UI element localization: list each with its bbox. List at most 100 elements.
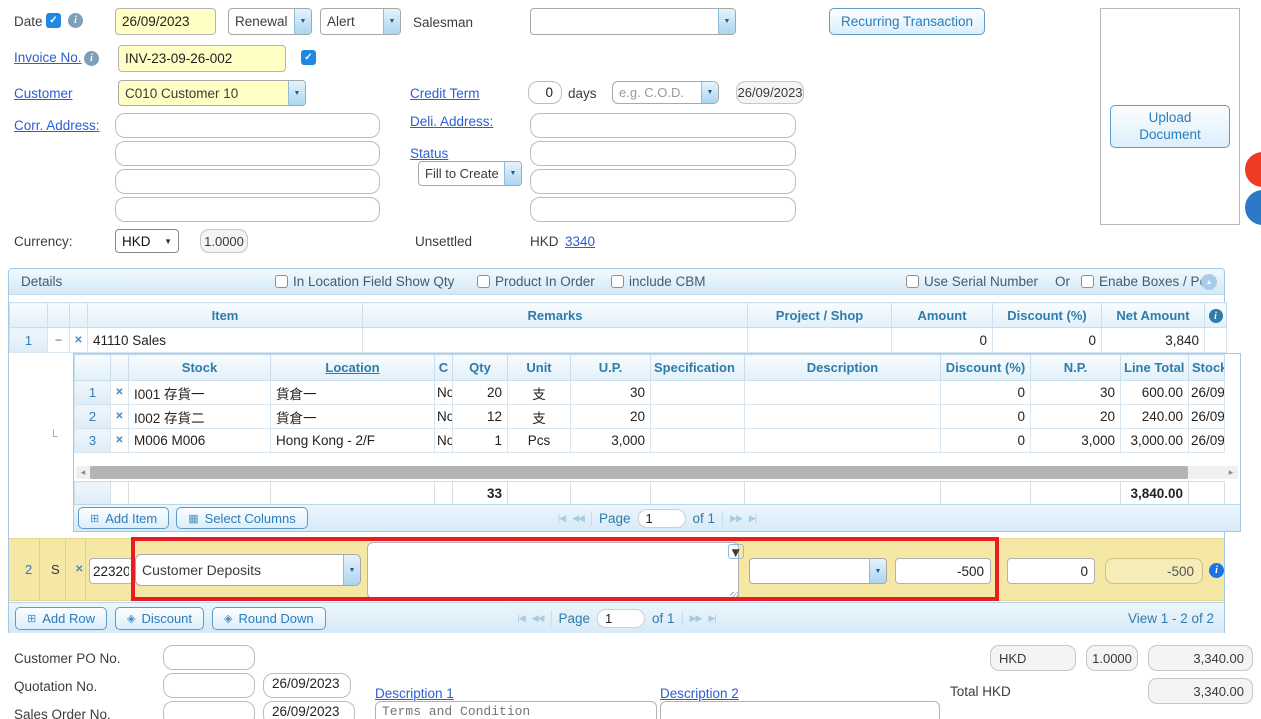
scrollbar-thumb[interactable] bbox=[90, 466, 1188, 479]
deli-address-label[interactable]: Deli. Address: bbox=[410, 114, 493, 129]
cell-up[interactable]: 20 bbox=[571, 405, 651, 429]
cell-up[interactable]: 30 bbox=[571, 381, 651, 405]
upload-document-button[interactable]: Upload Document bbox=[1110, 105, 1230, 148]
deli-address-input-4[interactable] bbox=[530, 197, 796, 222]
cell-spec[interactable] bbox=[651, 381, 745, 405]
first-page-icon[interactable]: |◀ bbox=[558, 513, 565, 524]
prev-page-icon[interactable]: ◀◀ bbox=[532, 613, 544, 624]
discount-input[interactable] bbox=[1007, 558, 1095, 584]
cell-stock[interactable]: M006 M006 bbox=[129, 429, 271, 453]
invoice-no-info-icon[interactable]: i bbox=[84, 51, 99, 66]
cell-desc[interactable] bbox=[745, 405, 941, 429]
currency-select[interactable]: HKD ▼ bbox=[115, 229, 179, 253]
discount-button[interactable]: ◈Discount bbox=[115, 607, 204, 630]
delete-row-icon[interactable]: ✕ bbox=[75, 564, 83, 575]
date-input[interactable] bbox=[115, 8, 216, 35]
chevron-down-icon[interactable]: ▼ bbox=[288, 81, 305, 105]
next-page-icon[interactable]: ▶▶ bbox=[690, 613, 702, 624]
chevron-down-icon[interactable]: ▼ bbox=[504, 162, 521, 185]
page-input[interactable] bbox=[638, 509, 686, 528]
cell-stock[interactable]: I001 存貨一 bbox=[129, 381, 271, 405]
deli-address-input-1[interactable] bbox=[530, 113, 796, 138]
credit-term-label[interactable]: Credit Term bbox=[410, 86, 480, 101]
chevron-down-icon[interactable]: ▼ bbox=[383, 9, 400, 34]
terms-textarea[interactable] bbox=[375, 701, 657, 719]
customer-po-input[interactable] bbox=[163, 645, 255, 670]
cell-desc[interactable] bbox=[745, 429, 941, 453]
cell-remarks[interactable] bbox=[363, 328, 748, 353]
chevron-down-icon[interactable]: ▼ bbox=[343, 555, 360, 585]
invoice-no-checkbox[interactable]: ✓ bbox=[301, 50, 316, 65]
deli-address-input-2[interactable] bbox=[530, 141, 796, 166]
invoice-no-input[interactable] bbox=[118, 45, 286, 72]
salesman-combo[interactable]: ▼ bbox=[530, 8, 736, 35]
chevron-down-icon[interactable]: ▼ bbox=[718, 9, 735, 34]
cell-c[interactable]: No bbox=[435, 381, 453, 405]
amount-input[interactable] bbox=[895, 558, 991, 584]
horizontal-scrollbar[interactable]: ◂ ▸ bbox=[76, 466, 1238, 479]
credit-term-combo[interactable]: e.g. C.O.D. ▼ bbox=[612, 81, 719, 104]
round-down-button[interactable]: ◈Round Down bbox=[212, 607, 326, 630]
chevron-down-icon[interactable]: ▼ bbox=[869, 559, 886, 583]
scroll-left-icon[interactable]: ◂ bbox=[76, 466, 90, 479]
include-cbm-checkbox[interactable]: include CBM bbox=[611, 274, 706, 289]
add-row-button[interactable]: ⊞Add Row bbox=[15, 607, 107, 630]
credit-days-input[interactable] bbox=[528, 81, 562, 104]
delete-row-icon[interactable]: ✕ bbox=[111, 429, 129, 453]
collapse-grid-icon[interactable]: ▲ bbox=[1201, 274, 1217, 290]
corr-address-input-4[interactable] bbox=[115, 197, 380, 222]
checkbox[interactable] bbox=[477, 275, 490, 288]
customer-label[interactable]: Customer bbox=[14, 86, 73, 101]
customer-combo[interactable]: C010 Customer 10 ▼ bbox=[118, 80, 306, 106]
cell-desc[interactable] bbox=[745, 381, 941, 405]
delete-row-icon[interactable]: ✕ bbox=[111, 381, 129, 405]
add-item-button[interactable]: ⊞Add Item bbox=[78, 507, 169, 529]
recurring-transaction-button[interactable]: Recurring Transaction bbox=[829, 8, 985, 35]
corr-address-input-3[interactable] bbox=[115, 169, 380, 194]
invoice-no-label[interactable]: Invoice No. bbox=[14, 50, 82, 65]
alert-combo[interactable]: Alert ▼ bbox=[320, 8, 401, 35]
date-checkbox[interactable]: ✓ bbox=[46, 13, 61, 28]
cell-np[interactable]: 20 bbox=[1031, 405, 1121, 429]
checkbox[interactable] bbox=[275, 275, 288, 288]
account-code-input[interactable] bbox=[89, 558, 133, 584]
unsettled-amount-link[interactable]: 3340 bbox=[565, 234, 595, 249]
resize-handle[interactable] bbox=[730, 592, 739, 601]
cell-qty[interactable]: 20 bbox=[453, 381, 508, 405]
cell-location[interactable]: 貨倉一 bbox=[271, 381, 435, 405]
cell-c[interactable]: No bbox=[435, 405, 453, 429]
cell-discount[interactable]: 0 bbox=[941, 429, 1031, 453]
cell-unit[interactable]: 支 bbox=[508, 381, 571, 405]
account-combo[interactable]: Customer Deposits ▼ bbox=[135, 554, 361, 586]
checkbox[interactable] bbox=[906, 275, 919, 288]
cell-qty[interactable]: 12 bbox=[453, 405, 508, 429]
cell-discount[interactable]: 0 bbox=[993, 328, 1102, 353]
select-columns-button[interactable]: ▦Select Columns bbox=[176, 507, 307, 529]
corr-address-label[interactable]: Corr. Address: bbox=[14, 118, 100, 133]
collapse-row-icon[interactable]: − bbox=[48, 328, 70, 353]
prev-page-icon[interactable]: ◀◀ bbox=[572, 513, 584, 524]
date-info-icon[interactable]: i bbox=[68, 13, 83, 28]
remarks-dropdown-icon[interactable]: ▼ bbox=[728, 544, 744, 559]
floating-action-blue[interactable] bbox=[1245, 190, 1261, 225]
cell-c[interactable]: No bbox=[435, 429, 453, 453]
cell-qty[interactable]: 1 bbox=[453, 429, 508, 453]
corr-address-input-2[interactable] bbox=[115, 141, 380, 166]
quotation-input[interactable] bbox=[163, 673, 255, 698]
cell-np[interactable]: 3,000 bbox=[1031, 429, 1121, 453]
description-2-textarea[interactable] bbox=[660, 701, 940, 719]
description-1-label[interactable]: Description 1 bbox=[375, 686, 454, 701]
net-amount-info-icon[interactable]: i bbox=[1209, 309, 1223, 323]
col-location[interactable]: Location bbox=[271, 355, 435, 381]
cell-discount[interactable]: 0 bbox=[941, 381, 1031, 405]
description-2-label[interactable]: Description 2 bbox=[660, 686, 739, 701]
cell-location[interactable]: 貨倉一 bbox=[271, 405, 435, 429]
next-page-icon[interactable]: ▶▶ bbox=[730, 513, 742, 524]
status-label[interactable]: Status bbox=[410, 146, 448, 161]
deli-address-input-3[interactable] bbox=[530, 169, 796, 194]
last-page-icon[interactable]: ▶| bbox=[708, 613, 715, 624]
project-combo[interactable]: ▼ bbox=[749, 558, 887, 584]
in-location-checkbox[interactable]: In Location Field Show Qty bbox=[275, 274, 454, 289]
delete-row-icon[interactable]: ✕ bbox=[70, 328, 88, 353]
cell-stock[interactable]: I002 存貨二 bbox=[129, 405, 271, 429]
